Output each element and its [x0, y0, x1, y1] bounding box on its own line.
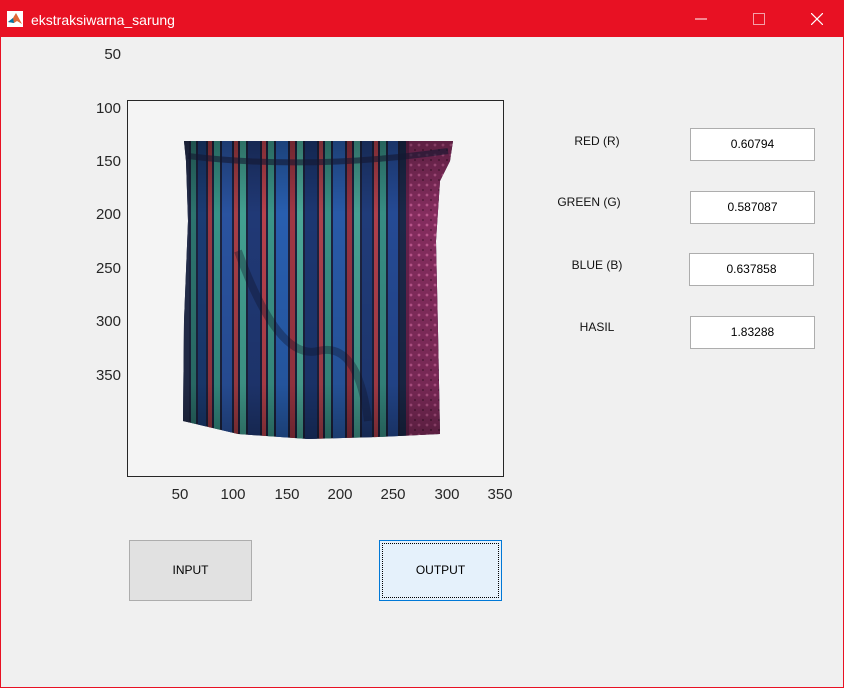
x-tick-label: 200 — [327, 486, 353, 503]
maximize-icon — [753, 13, 765, 25]
x-tick-label: 150 — [274, 486, 300, 503]
hasil-label: HASIL — [579, 320, 615, 334]
y-tick-label: 150 — [95, 153, 121, 170]
maximize-button[interactable] — [730, 1, 788, 37]
blue-value-field[interactable]: 0.637858 — [689, 253, 814, 286]
y-tick-label: 200 — [95, 206, 121, 223]
x-tick-label: 300 — [434, 486, 460, 503]
blue-label: BLUE (B) — [571, 258, 623, 272]
red-label: RED (R) — [574, 134, 620, 148]
matlab-logo-icon — [7, 11, 23, 27]
red-value-field[interactable]: 0.60794 — [690, 128, 815, 161]
close-icon — [811, 13, 823, 25]
close-button[interactable] — [788, 1, 844, 37]
x-tick-label: 100 — [220, 486, 246, 503]
green-label: GREEN (G) — [557, 195, 621, 209]
title-bar[interactable]: ekstraksiwarna_sarung — [1, 1, 843, 37]
window-title: ekstraksiwarna_sarung — [31, 12, 175, 28]
y-tick-label: 250 — [95, 260, 121, 277]
x-tick-label: 350 — [487, 486, 513, 503]
minimize-button[interactable] — [672, 1, 730, 37]
hasil-value-field[interactable]: 1.83288 — [690, 316, 815, 349]
green-value-field[interactable]: 0.587087 — [690, 191, 815, 224]
image-axes[interactable] — [127, 100, 504, 477]
y-tick-label: 100 — [95, 100, 121, 117]
y-tick-label: 50 — [104, 46, 121, 63]
input-button[interactable]: INPUT — [129, 540, 252, 601]
minimize-icon — [695, 18, 707, 20]
y-tick-label: 350 — [95, 367, 121, 384]
sarung-photo — [183, 141, 453, 439]
x-tick-label: 250 — [380, 486, 406, 503]
y-tick-label: 300 — [95, 313, 121, 330]
output-button[interactable]: OUTPUT — [379, 540, 502, 601]
focus-ring — [382, 543, 499, 598]
figure-window: ekstraksiwarna_sarung 50 100 150 200 250… — [0, 0, 844, 688]
x-tick-label: 50 — [171, 486, 189, 503]
